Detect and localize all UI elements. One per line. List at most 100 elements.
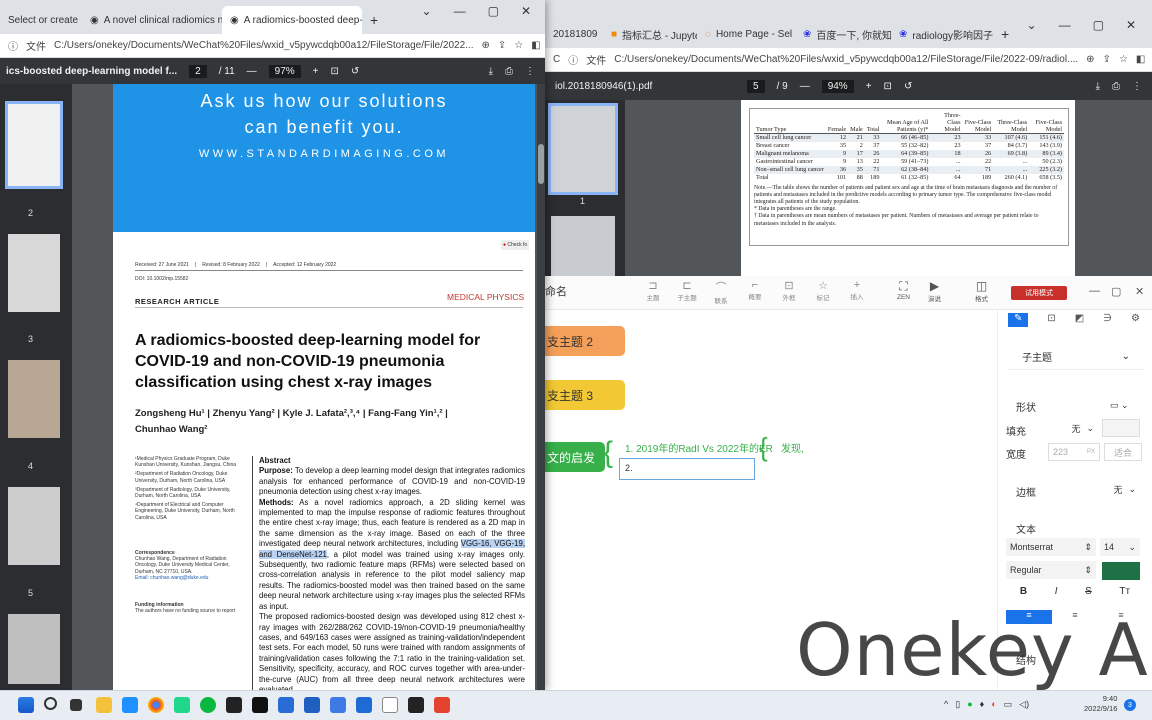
trial-mode-button[interactable]: 试用模式 — [1011, 286, 1067, 300]
toolbar-button[interactable]: ⊐ 主题 — [641, 279, 665, 305]
border-section-title[interactable]: 边框 — [1016, 484, 1036, 499]
branch-node-2[interactable]: 支主题 2 — [545, 326, 625, 356]
text-section-title[interactable]: 文本 — [1016, 521, 1036, 536]
share-icon[interactable]: ⇪ — [1103, 54, 1111, 65]
minimize-icon[interactable]: — — [1059, 18, 1071, 32]
fit-page-icon[interactable]: ⊡ — [884, 81, 892, 92]
fit-page-icon[interactable]: ⊡ — [331, 66, 339, 77]
equation-tab-icon[interactable]: ∋ — [1103, 313, 1112, 327]
toolbar-button[interactable]: + 插入 — [845, 279, 869, 305]
wechat-icon[interactable] — [200, 697, 216, 713]
width-input[interactable]: 223 PX — [1048, 443, 1100, 461]
file-explorer-icon[interactable] — [96, 697, 112, 713]
zen-button[interactable]: ⛶ ZEN — [897, 279, 910, 303]
document-title[interactable]: 命名 — [545, 283, 567, 299]
shape-section-title[interactable]: 形状 — [1016, 399, 1036, 414]
star-icon[interactable]: ☆ — [1119, 54, 1128, 65]
xmind-icon[interactable] — [434, 697, 450, 713]
zoom-out-icon[interactable]: — — [247, 66, 257, 77]
info-icon[interactable]: ⓘ — [8, 38, 18, 53]
editing-topic-input[interactable]: 2. — [619, 458, 755, 480]
page-thumbnail[interactable] — [8, 614, 60, 684]
info-icon[interactable]: ⓘ — [568, 52, 578, 67]
zoom-value[interactable]: 97% — [268, 64, 301, 78]
page-thumbnail[interactable] — [551, 216, 615, 276]
page-input[interactable]: 2 — [189, 64, 207, 78]
start-icon[interactable] — [18, 697, 34, 713]
search-icon[interactable] — [44, 697, 57, 710]
tray-icon[interactable]: ● — [967, 699, 972, 710]
right-tab[interactable]: ◌Home Page - Sel× — [697, 20, 795, 48]
star-icon[interactable]: ☆ — [514, 40, 523, 51]
sidebar-icon[interactable]: ◧ — [1136, 54, 1145, 65]
left-tab[interactable]: ◉A novel clinical radiomics nom× — [82, 6, 222, 34]
correspondence-email[interactable]: Email: chunhao.wang@duke.edu — [135, 575, 247, 581]
shape-select[interactable]: ▭ ⌄ — [1106, 396, 1142, 414]
branch-node-4[interactable]: 文的启发 — [545, 442, 605, 472]
map-tab-icon[interactable]: ⊡ — [1047, 313, 1055, 327]
rotate-icon[interactable]: ↺ — [904, 81, 912, 92]
page-thumbnail[interactable] — [8, 234, 60, 312]
zoom-icon[interactable]: ⊕ — [481, 40, 489, 51]
volume-icon[interactable]: ◁) — [1019, 699, 1029, 710]
marker-tab-icon[interactable]: ◩ — [1075, 313, 1084, 327]
text-color-swatch[interactable] — [1102, 562, 1140, 580]
font-size-select[interactable]: 14 ⌄ — [1100, 538, 1140, 556]
bold-icon[interactable]: B — [1020, 586, 1027, 602]
download-icon[interactable]: ⤓ — [489, 66, 493, 77]
page-thumbnail[interactable] — [548, 103, 618, 195]
fill-select[interactable]: 无 ⌄ — [1052, 419, 1098, 437]
network-icon[interactable]: ▭ — [1004, 699, 1013, 710]
tray-icon[interactable]: ♦ — [980, 699, 985, 710]
share-icon[interactable]: ⇪ — [498, 40, 506, 51]
scrollbar-thumb[interactable] — [538, 144, 544, 184]
url-text[interactable]: C:/Users/onekey/Documents/WeChat%20Files… — [54, 40, 473, 51]
rotate-icon[interactable]: ↺ — [351, 66, 359, 77]
format-button[interactable]: ◫ 格式 — [975, 279, 988, 303]
tray-icon[interactable]: ▯ — [955, 699, 960, 710]
present-button[interactable]: ▶ 演说 — [928, 279, 941, 303]
strikethrough-icon[interactable]: S — [1085, 586, 1092, 602]
close-icon[interactable]: ✕ — [1126, 18, 1136, 32]
reload-icon[interactable]: C — [553, 54, 560, 65]
style-tab-icon[interactable]: ✎ — [1008, 313, 1029, 327]
right-tab[interactable]: 20181809× — [545, 20, 603, 48]
tab-search-icon[interactable]: ⌄ — [1027, 18, 1037, 32]
fill-color-swatch[interactable] — [1102, 419, 1140, 437]
right-tab[interactable]: ■指标汇总 - Jupyte× — [603, 20, 697, 48]
settings-tab-icon[interactable]: ⚙ — [1131, 313, 1140, 327]
right-tab[interactable]: ❀radiology影响因子× — [891, 20, 993, 48]
border-select[interactable]: 无 ⌄ — [1100, 480, 1140, 498]
toolbar-button[interactable]: ⊡ 外框 — [777, 279, 801, 305]
font-weight-select[interactable]: Regular ⇕ — [1006, 561, 1096, 579]
italic-icon[interactable]: I — [1055, 586, 1058, 602]
doi[interactable]: DOI: 10.1002/mp.15582 — [135, 276, 188, 282]
page-input[interactable]: 5 — [747, 79, 765, 93]
vertical-scrollbar[interactable] — [537, 84, 545, 690]
print-icon[interactable]: ⎙ — [505, 66, 513, 77]
subtopic-node[interactable]: 1. 2019年的RadI Vs 2022年的ER — [625, 440, 773, 455]
text-case-icon[interactable]: Tт — [1119, 586, 1130, 602]
style-select[interactable]: 子主题 ⌄ — [1008, 344, 1144, 370]
toolbar-button[interactable]: ☆ 标记 — [811, 279, 835, 305]
left-url-bar[interactable]: ⓘ 文件 C:/Users/onekey/Documents/WeChat%20… — [0, 34, 545, 58]
maximize-icon[interactable]: ▢ — [488, 4, 499, 18]
chevron-up-icon[interactable]: ^ — [944, 699, 948, 710]
page-thumbnail[interactable] — [8, 360, 60, 438]
clock[interactable]: 9:40 2022/9/16 — [1084, 694, 1117, 714]
tray-icon[interactable]: ◐ — [991, 699, 996, 710]
toolbar-button[interactable]: ⊏ 子主题 — [675, 279, 699, 305]
app-icon[interactable] — [278, 697, 294, 713]
page-thumbnail[interactable] — [8, 487, 60, 565]
branch-node-3[interactable]: 支主题 3 — [545, 380, 625, 410]
tab-search-icon[interactable]: ⌄ — [422, 4, 432, 18]
right-url-bar[interactable]: C ⓘ 文件 C:/Users/onekey/Documents/WeChat%… — [545, 48, 1152, 72]
zoom-icon[interactable]: ⊕ — [1086, 54, 1094, 65]
more-icon[interactable]: ⋮ — [525, 66, 535, 77]
toolbar-button[interactable]: ⌒ 联系 — [709, 279, 733, 305]
right-tab[interactable]: ❀百度一下, 你就知× — [795, 20, 891, 48]
new-tab-button[interactable]: + — [993, 20, 1017, 48]
close-icon[interactable]: ✕ — [521, 4, 531, 18]
font-family-select[interactable]: Montserrat ⇕ — [1006, 538, 1096, 556]
app-icon[interactable] — [226, 697, 242, 713]
